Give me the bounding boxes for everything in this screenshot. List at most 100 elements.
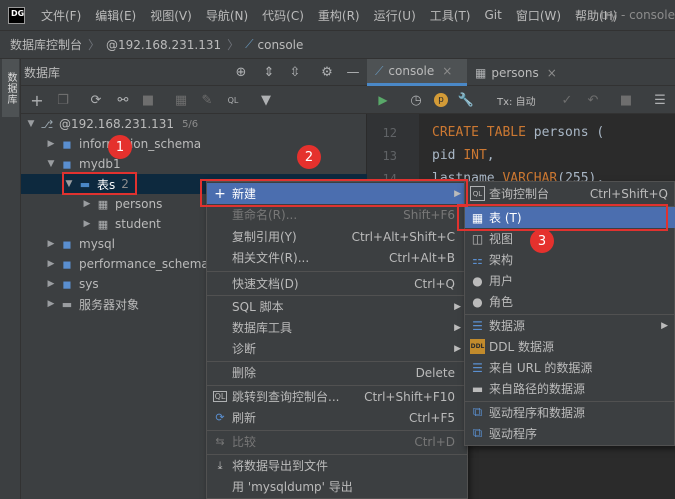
menu-code[interactable]: 代码(C) [255,7,311,24]
refresh-icon[interactable]: ⟳ [87,86,105,114]
chevron-right-icon[interactable]: ▶ [81,199,93,209]
chevron-right-icon[interactable]: ▶ [45,299,57,309]
menu-window[interactable]: 窗口(W) [509,7,568,24]
chevron-right-icon[interactable]: ▶ [81,219,93,229]
breadcrumb-host[interactable]: @192.168.231.131 [106,38,221,52]
tree-node-mydb1[interactable]: ▼ ◼ mydb1 [45,154,121,174]
menu-item-sql-scripts[interactable]: SQL 脚本 ▶ [207,296,467,317]
submenu-item-user[interactable]: ● 用户 [465,270,675,291]
tree-node-performance-schema[interactable]: ▶ ◼ performance_schema [45,254,209,274]
stop-icon[interactable]: ■ [617,86,635,114]
menu-item-shortcut: Ctrl+Alt+B [389,250,455,265]
menu-item-db-tools[interactable]: 数据库工具 ▶ [207,317,467,338]
menu-refactor[interactable]: 重构(R) [311,7,367,24]
submenu-item-drivers[interactable]: ⧉ 驱动程序 [465,423,675,444]
menu-item-label: 诊断 [232,342,257,356]
datasource-icon: ☰ [472,318,483,333]
database-tool-tab[interactable]: 数据库 [2,59,19,117]
menu-run[interactable]: 运行(U) [367,7,423,24]
history-icon[interactable]: ◷ [407,86,425,114]
menu-item-jump-console[interactable]: QL 跳转到查询控制台... Ctrl+Shift+F10 [207,386,467,407]
menu-edit[interactable]: 编辑(E) [88,7,143,24]
transaction-mode-dropdown[interactable]: Tx: 自动 [497,93,536,108]
breadcrumb-console-root[interactable]: 数据库控制台 [10,36,82,53]
menu-view[interactable]: 视图(V) [143,7,199,24]
submenu-item-path-datasource[interactable]: ▬ 来自路径的数据源 [465,378,675,399]
code-line-13: pid INT, [432,148,495,163]
tree-node-sys[interactable]: ▶ ◼ sys [45,274,99,294]
chevron-down-icon[interactable]: ▼ [25,119,37,129]
menu-item-mysqldump[interactable]: 用 'mysqldump' 导出 [207,476,467,497]
submenu-item-url-datasource[interactable]: ☰ 来自 URL 的数据源 [465,357,675,378]
tree-node-persons[interactable]: ▶ ▦ persons [81,194,163,214]
menu-item-quick-doc[interactable]: 快速文档(D) Ctrl+Q [207,273,467,294]
commit-icon[interactable]: ✓ [558,86,576,114]
table-icon: ▦ [97,217,109,231]
run-icon[interactable]: ▶ [374,86,392,114]
layout-icon[interactable]: ☰ [651,86,669,114]
query-console-icon[interactable]: QL [224,86,242,114]
edit-icon[interactable]: ✎ [198,86,216,114]
tree-node-mysql[interactable]: ▶ ◼ mysql [45,234,115,254]
submenu-item-query-console[interactable]: QL 查询控制台 Ctrl+Shift+Q [465,183,675,204]
submenu-item-label: 用户 [489,274,514,288]
gear-icon[interactable]: ⚙ [318,59,336,86]
chevron-right-icon[interactable]: ▶ [45,259,57,269]
chevron-right-icon: 〉 [88,38,101,52]
chevron-right-icon[interactable]: ▶ [45,139,57,149]
submenu-item-ddl-datasource[interactable]: DDL DDL 数据源 [465,336,675,357]
submenu-item-schema[interactable]: ⚏ 架构 [465,249,675,270]
menu-bar: DG 文件(F) 编辑(E) 视图(V) 导航(N) 代码(C) 重构(R) 运… [0,0,675,31]
tab-persons[interactable]: ▦ persons × [467,59,565,86]
menu-item-copy-reference[interactable]: 复制引用(Y) Ctrl+Alt+Shift+C [207,226,467,247]
breadcrumb: 数据库控制台 〉 @192.168.231.131 〉 ⟋ console [0,31,675,59]
minimize-icon[interactable]: — [344,59,362,86]
menu-item-export-file[interactable]: ⤓ 将数据导出到文件 [207,455,467,476]
menu-item-refresh[interactable]: ⟳ 刷新 Ctrl+F5 [207,407,467,428]
submenu-item-role[interactable]: ● 角色 [465,291,675,312]
chevron-right-icon[interactable]: ▶ [45,239,57,249]
wrench-icon[interactable]: 🔧 [457,86,475,114]
menu-item-label: 跳转到查询控制台... [232,390,340,404]
submenu-item-drivers-datasources[interactable]: ⧉ 驱动程序和数据源 [465,402,675,423]
schema-icon[interactable]: ⚯ [114,86,132,114]
editor-toolbar: ▶ ◷ p 🔧 Tx: 自动 ✓ ↶ ■ ☰ [367,86,675,114]
expand-all-icon[interactable]: ⇕ [260,59,278,86]
crosshair-icon[interactable]: ⊕ [232,59,250,86]
tree-node-server-objects[interactable]: ▶ ▬ 服务器对象 [45,294,139,314]
menu-file[interactable]: 文件(F) [34,7,88,24]
stop-icon[interactable]: ■ [139,86,157,114]
submenu-item-datasource[interactable]: ☰ 数据源 ▶ [465,315,675,336]
chevron-right-icon[interactable]: ▶ [45,279,57,289]
tree-node-student[interactable]: ▶ ▦ student [81,214,161,234]
menu-item-label: 相关文件(R)... [232,251,310,265]
menu-navigate[interactable]: 导航(N) [199,7,255,24]
copy-icon[interactable]: ❐ [54,86,72,114]
add-icon[interactable]: + [28,86,46,114]
rollback-icon[interactable]: ↶ [584,86,602,114]
breadcrumb-console[interactable]: console [258,38,304,52]
db-panel-header: 数据库 ⊕ ⇕ ⇳ ⚙ — [21,59,367,86]
tree-node-label: persons [115,197,163,211]
close-icon[interactable]: × [442,64,452,78]
submenu-item-view[interactable]: ◫ 视图 [465,228,675,249]
tab-console[interactable]: ⟋ console × [367,59,467,86]
tree-node-host[interactable]: ▼ ⎇ @192.168.231.131 5/6 [25,114,199,134]
menu-item-diagnostics[interactable]: 诊断 ▶ [207,338,467,359]
schema-count-badge: 5/6 [182,118,199,130]
menu-item-related-files[interactable]: 相关文件(R)... Ctrl+Alt+B [207,247,467,268]
chevron-down-icon[interactable]: ▼ [45,159,57,169]
filter-icon[interactable]: ▼ [257,86,275,114]
collapse-all-icon[interactable]: ⇳ [286,59,304,86]
annotation-badge-3: 3 [530,229,554,253]
menu-tools[interactable]: 工具(T) [423,7,478,24]
menu-git[interactable]: Git [477,8,508,22]
menu-item-rename[interactable]: 重命名(R)... Shift+F6 [207,204,467,225]
menu-item-delete[interactable]: 删除 Delete [207,362,467,383]
submenu-item-label: 查询控制台 [489,187,550,201]
tree-node-label: 服务器对象 [79,297,140,312]
close-icon[interactable]: × [547,66,557,80]
profile-icon[interactable]: p [432,86,450,114]
table-icon[interactable]: ▦ [172,86,190,114]
menu-item-compare[interactable]: ⇆ 比较 Ctrl+D [207,431,467,452]
